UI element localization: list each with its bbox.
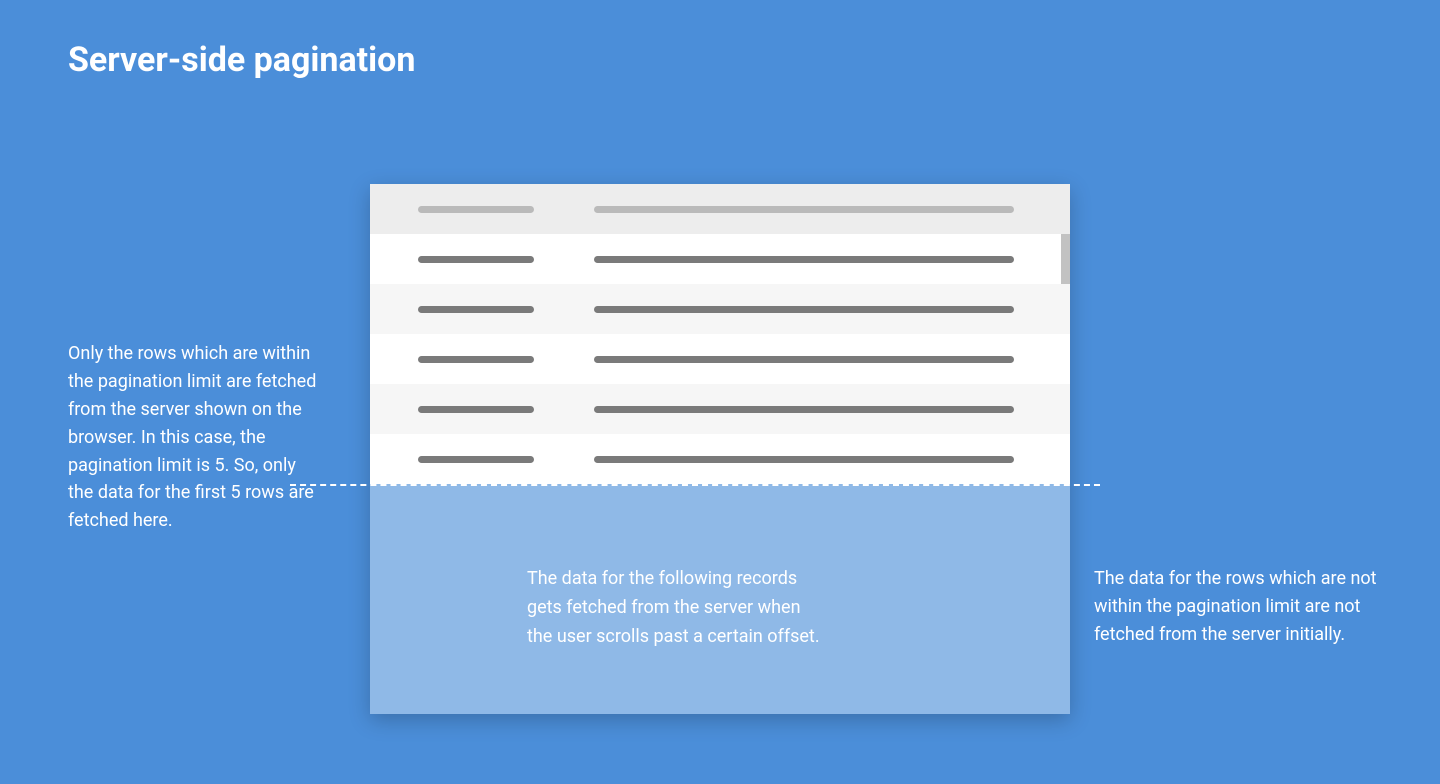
table-row — [370, 384, 1070, 434]
header-col1-placeholder — [418, 206, 534, 213]
cell-placeholder — [594, 456, 1014, 463]
cell-placeholder — [418, 406, 534, 413]
caption-not-fetched: The data for the rows which are not with… — [1094, 565, 1384, 649]
table-row — [370, 234, 1070, 284]
table-row — [370, 434, 1070, 484]
cell-placeholder — [594, 406, 1014, 413]
caption-visible-rows: Only the rows which are within the pagin… — [68, 340, 318, 535]
cell-placeholder — [418, 256, 534, 263]
cell-placeholder — [594, 256, 1014, 263]
table-row — [370, 334, 1070, 384]
table-row — [370, 284, 1070, 334]
page-title: Server-side pagination — [68, 40, 415, 80]
cell-placeholder — [594, 306, 1014, 313]
cell-placeholder — [418, 456, 534, 463]
cell-placeholder — [418, 356, 534, 363]
cell-placeholder — [594, 356, 1014, 363]
header-col2-placeholder — [594, 206, 1014, 213]
cell-placeholder — [418, 306, 534, 313]
table-header — [370, 184, 1070, 234]
table-body — [370, 234, 1070, 484]
caption-scroll-fetch: The data for the following records gets … — [527, 565, 827, 651]
